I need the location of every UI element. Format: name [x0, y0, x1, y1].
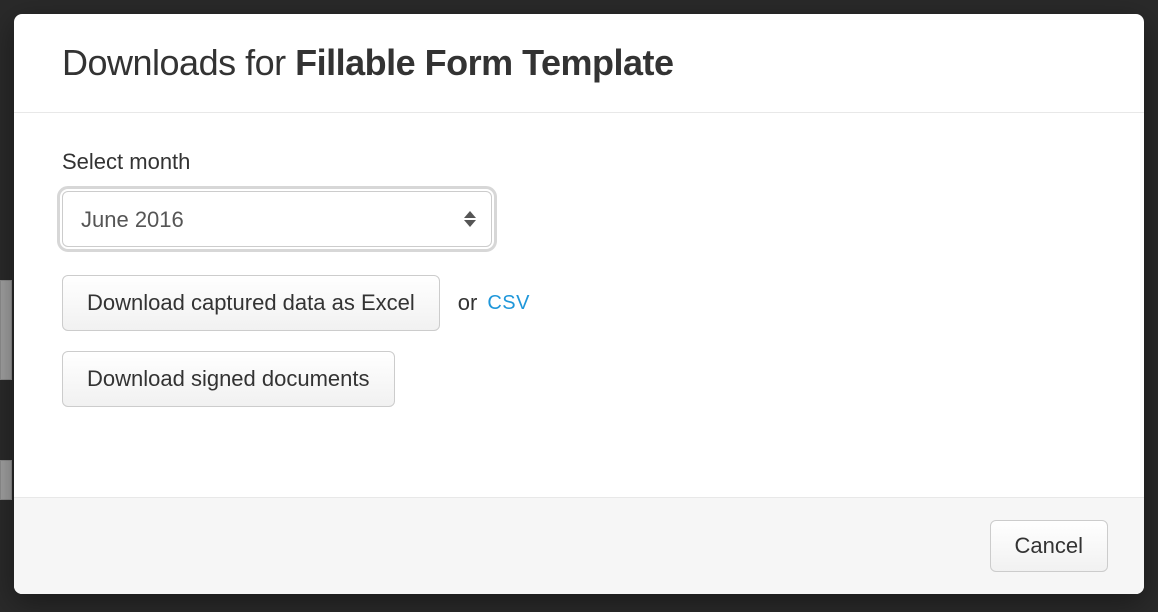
- cancel-button[interactable]: Cancel: [990, 520, 1108, 572]
- background-obscured: [0, 460, 12, 500]
- modal-title: Downloads for Fillable Form Template: [62, 42, 1104, 84]
- modal-footer: Cancel: [14, 497, 1144, 594]
- select-month-label: Select month: [62, 149, 1096, 175]
- background-obscured: [0, 280, 12, 380]
- title-template-name: Fillable Form Template: [295, 42, 673, 83]
- modal-body: Select month June 2016 Download captured…: [14, 113, 1144, 497]
- month-select-wrapper: June 2016: [62, 191, 492, 247]
- download-signed-button[interactable]: Download signed documents: [62, 351, 395, 407]
- download-signed-row: Download signed documents: [62, 351, 1096, 407]
- csv-link[interactable]: CSV: [487, 292, 530, 315]
- download-excel-button[interactable]: Download captured data as Excel: [62, 275, 440, 331]
- title-prefix: Downloads for: [62, 42, 295, 83]
- or-text: or: [458, 290, 478, 316]
- modal-header: Downloads for Fillable Form Template: [14, 14, 1144, 113]
- month-select[interactable]: June 2016: [62, 191, 492, 247]
- download-excel-row: Download captured data as Excel or CSV: [62, 275, 1096, 331]
- downloads-modal: Downloads for Fillable Form Template Sel…: [14, 14, 1144, 594]
